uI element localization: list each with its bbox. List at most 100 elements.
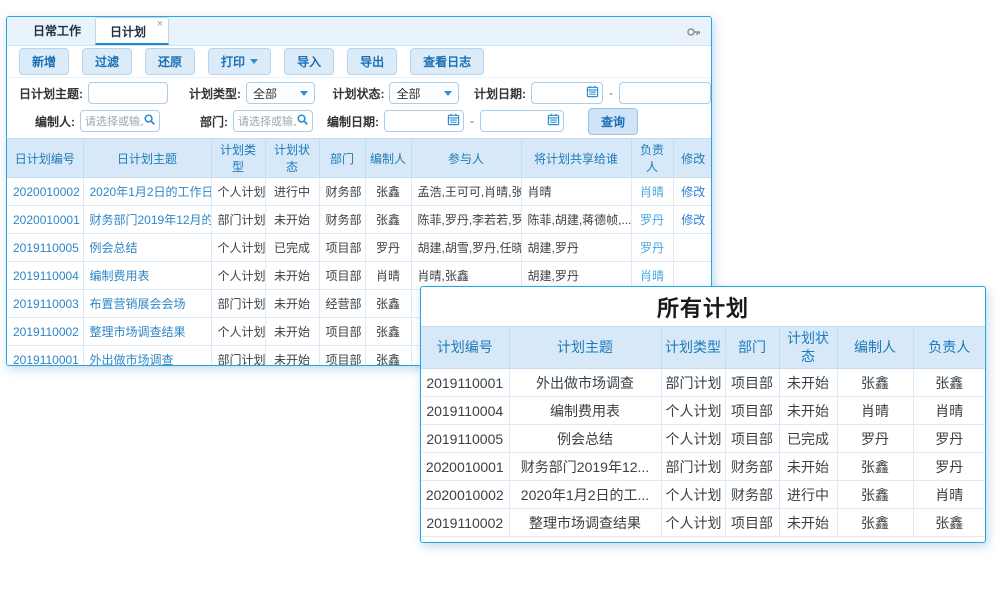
- table-row[interactable]: 2019110005例会总结个人计划项目部已完成罗丹罗丹: [421, 425, 985, 453]
- cell-link[interactable]: 整理市场调查结果: [90, 325, 186, 339]
- tab-daily-work[interactable]: 日常工作: [19, 17, 95, 45]
- column-header[interactable]: 计划类型: [211, 139, 265, 178]
- cell-link[interactable]: 2019110003: [13, 297, 79, 311]
- cell[interactable]: 外出做市场调查: [83, 346, 211, 367]
- cell: 未开始: [265, 262, 319, 290]
- cell[interactable]: 整理市场调查结果: [83, 318, 211, 346]
- cell[interactable]: 2019110002: [7, 318, 83, 346]
- column-header[interactable]: 计划编号: [421, 327, 509, 369]
- cell: 肖晴: [913, 481, 985, 509]
- type-select[interactable]: 全部: [246, 82, 315, 104]
- column-header[interactable]: 计划状态: [779, 327, 837, 369]
- cell-link[interactable]: 2019110005: [13, 241, 79, 255]
- cell: 进行中: [779, 481, 837, 509]
- toolbar-button-查看日志[interactable]: 查看日志: [410, 48, 484, 75]
- subject-input[interactable]: [88, 82, 168, 104]
- tab-daily-plan[interactable]: 日计划 ×: [95, 17, 169, 45]
- cell-link[interactable]: 修改: [681, 213, 705, 227]
- create-date-label: 编制日期:: [327, 113, 379, 130]
- table-row[interactable]: 2019110004编制费用表个人计划项目部未开始肖晴肖晴: [421, 397, 985, 425]
- cell-link[interactable]: 2019110004: [13, 269, 79, 283]
- cell[interactable]: 2020010002: [7, 178, 83, 206]
- table-row[interactable]: 2019110001外出做市场调查部门计划项目部未开始张鑫张鑫: [421, 369, 985, 397]
- cell-link[interactable]: 财务部门2019年12月的...: [90, 213, 212, 227]
- cell-link[interactable]: 编制费用表: [90, 269, 150, 283]
- cell[interactable]: 2020010001: [7, 206, 83, 234]
- dept-input[interactable]: [233, 110, 313, 132]
- cell[interactable]: 2019110003: [7, 290, 83, 318]
- cell: 2020年1月2日的工...: [509, 481, 661, 509]
- column-header[interactable]: 计划主题: [509, 327, 661, 369]
- toolbar-button-导出[interactable]: 导出: [347, 48, 397, 75]
- cell-link[interactable]: 2019110001: [13, 353, 79, 367]
- cell[interactable]: 修改: [673, 206, 712, 234]
- table-row[interactable]: 20200100022020年1月2日的工作日...个人计划进行中财务部张鑫孟浩…: [7, 178, 712, 206]
- status-select[interactable]: 全部: [389, 82, 458, 104]
- cell[interactable]: 罗丹: [631, 234, 673, 262]
- desktop: 日常工作 日计划 × 新增过滤还原打印导入导出查看日志 日计划主题: 计划类型:: [0, 0, 1000, 600]
- cell[interactable]: 修改: [673, 178, 712, 206]
- toolbar-button-还原[interactable]: 还原: [145, 48, 195, 75]
- cell-link[interactable]: 罗丹: [640, 241, 664, 255]
- table-row[interactable]: 2019110002整理市场调查结果个人计划项目部未开始张鑫张鑫: [421, 509, 985, 537]
- cell-link[interactable]: 布置营销展会会场: [90, 297, 186, 311]
- plan-date-to-input[interactable]: [619, 82, 711, 104]
- cell: 财务部: [319, 206, 365, 234]
- cell-link[interactable]: 2020年1月2日的工作日...: [90, 185, 212, 199]
- table-row[interactable]: 2020010001财务部门2019年12...部门计划财务部未开始张鑫罗丹: [421, 453, 985, 481]
- close-icon[interactable]: ×: [157, 19, 163, 30]
- cell[interactable]: 布置营销展会会场: [83, 290, 211, 318]
- cell: 陈菲,胡建,蒋德帧,...: [521, 206, 631, 234]
- column-header[interactable]: 负责人: [631, 139, 673, 178]
- cell-link[interactable]: 肖晴: [640, 185, 664, 199]
- cell-link[interactable]: 2019110002: [13, 325, 79, 339]
- cell[interactable]: 例会总结: [83, 234, 211, 262]
- cell: 胡建,罗丹: [521, 234, 631, 262]
- column-header[interactable]: 部门: [319, 139, 365, 178]
- creator-input[interactable]: [80, 110, 160, 132]
- column-header[interactable]: 负责人: [913, 327, 985, 369]
- cell[interactable]: 财务部门2019年12月的...: [83, 206, 211, 234]
- column-header[interactable]: 计划状态: [265, 139, 319, 178]
- key-icon[interactable]: [686, 24, 702, 40]
- column-header[interactable]: 修改: [673, 139, 712, 178]
- column-header[interactable]: 参与人: [411, 139, 521, 178]
- column-header[interactable]: 计划类型: [661, 327, 725, 369]
- cell-link[interactable]: 2020010002: [13, 185, 80, 199]
- column-header[interactable]: 将计划共享给谁: [521, 139, 631, 178]
- table-row[interactable]: 2019110005例会总结个人计划已完成项目部罗丹胡建,胡雪,罗丹,任晓...…: [7, 234, 712, 262]
- toolbar-button-打印[interactable]: 打印: [208, 48, 271, 75]
- chevron-down-icon: [444, 91, 452, 96]
- cell-link[interactable]: 外出做市场调查: [90, 353, 174, 366]
- cell-link[interactable]: 修改: [681, 185, 705, 199]
- cell-link[interactable]: 2020010001: [13, 213, 80, 227]
- cell[interactable]: 2019110004: [7, 262, 83, 290]
- plan-date-from-input[interactable]: [531, 82, 603, 104]
- toolbar-button-过滤[interactable]: 过滤: [82, 48, 132, 75]
- cell: 张鑫: [365, 178, 411, 206]
- column-header[interactable]: 日计划编号: [7, 139, 83, 178]
- create-date-to-input[interactable]: [480, 110, 564, 132]
- cell[interactable]: 罗丹: [631, 206, 673, 234]
- column-header[interactable]: 编制人: [365, 139, 411, 178]
- column-header[interactable]: 部门: [725, 327, 779, 369]
- column-header[interactable]: 日计划主题: [83, 139, 211, 178]
- cell-link[interactable]: 罗丹: [640, 213, 664, 227]
- create-date-from-input[interactable]: [384, 110, 464, 132]
- column-header[interactable]: 编制人: [837, 327, 913, 369]
- cell-link[interactable]: 例会总结: [90, 241, 138, 255]
- table-row[interactable]: 20200100022020年1月2日的工...个人计划财务部进行中张鑫肖晴: [421, 481, 985, 509]
- cell[interactable]: 2019110005: [7, 234, 83, 262]
- toolbar-button-label: 还原: [158, 53, 182, 70]
- cell[interactable]: 2020年1月2日的工作日...: [83, 178, 211, 206]
- cell: 编制费用表: [509, 397, 661, 425]
- cell[interactable]: 2019110001: [7, 346, 83, 367]
- range-separator: -: [609, 86, 613, 100]
- search-button[interactable]: 查询: [588, 108, 638, 135]
- table-row[interactable]: 2020010001财务部门2019年12月的...部门计划未开始财务部张鑫陈菲…: [7, 206, 712, 234]
- toolbar-button-新增[interactable]: 新增: [19, 48, 69, 75]
- toolbar-button-导入[interactable]: 导入: [284, 48, 334, 75]
- cell[interactable]: 肖晴: [631, 178, 673, 206]
- cell[interactable]: 编制费用表: [83, 262, 211, 290]
- cell-link[interactable]: 肖晴: [640, 269, 664, 283]
